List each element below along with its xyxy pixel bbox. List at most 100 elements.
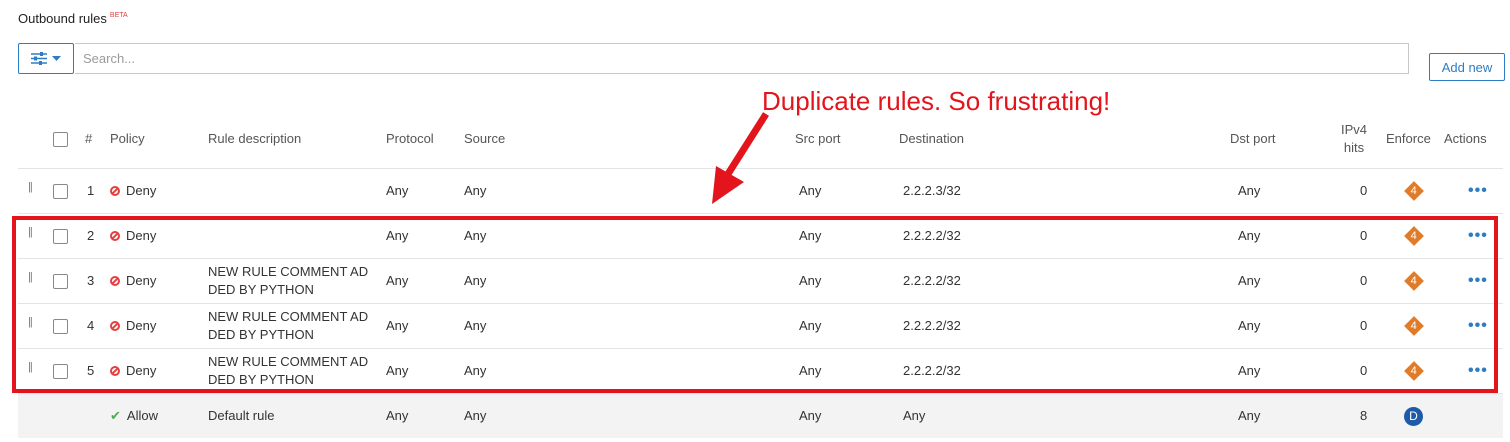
ban-icon [110, 186, 120, 196]
policy-cell: ✔ Allow [110, 394, 158, 438]
drag-handle-icon[interactable]: || [28, 316, 33, 328]
destination-cell: Any [903, 408, 926, 423]
row-checkbox[interactable] [53, 183, 68, 199]
annotation-arrow-icon [712, 112, 769, 204]
drag-handle-icon[interactable]: || [28, 271, 33, 283]
page-title-text: Outbound rules [18, 11, 107, 26]
table-row[interactable]: || 3 Deny NEW RULE COMMENT AD DED BY PYTH… [18, 259, 1503, 304]
ellipsis-icon[interactable]: ••• [1468, 318, 1488, 334]
ban-icon [110, 366, 120, 376]
hits-cell: 8 [1360, 408, 1368, 423]
policy-label: Deny [126, 273, 157, 288]
col-header-actions: Actions [1444, 131, 1487, 146]
rule-description: NEW RULE COMMENT AD DED BY PYTHON [208, 354, 369, 387]
ellipsis-icon[interactable]: ••• [1468, 363, 1488, 379]
row-checkbox[interactable] [53, 273, 68, 289]
policy-cell: Deny [110, 259, 156, 303]
beta-badge: BETA [109, 12, 128, 19]
ban-icon [110, 231, 120, 241]
col-header-src-port[interactable]: Src port [795, 110, 841, 168]
col-header-ipv4-hits-line2: hits [1343, 140, 1365, 155]
col-header-description[interactable]: Rule description [208, 110, 301, 168]
caret-down-icon [52, 56, 61, 61]
col-header-ipv4-hits-line1: IPv4 [1340, 122, 1367, 137]
dst-port-cell: Any [1238, 273, 1261, 288]
protocol-cell: Any [386, 318, 409, 333]
col-header-ipv4-hits[interactable]: IPv4 hits [1334, 110, 1374, 168]
policy-cell: Deny [110, 169, 156, 213]
dst-port-cell: Any [1238, 318, 1261, 333]
annotation-text: Duplicate rules. So frustrating! [762, 86, 1111, 116]
dst-port-cell: Any [1238, 363, 1261, 378]
policy-label: Allow [126, 408, 158, 423]
rule-description: NEW RULE COMMENT AD DED BY PYTHON [208, 309, 369, 342]
policy-label: Deny [126, 183, 157, 198]
add-new-button[interactable]: Add new [1429, 53, 1505, 81]
dst-port-cell: Any [1238, 228, 1261, 243]
col-header-source[interactable]: Source [464, 110, 505, 168]
row-checkbox[interactable] [53, 363, 68, 379]
ellipsis-icon[interactable]: ••• [1468, 273, 1488, 289]
ban-icon [110, 321, 120, 331]
source-cell: Any [464, 408, 487, 423]
src-port-cell: Any [799, 363, 822, 378]
drag-handle-icon[interactable]: || [28, 226, 33, 238]
destination-cell: 2.2.2.3/32 [903, 183, 961, 198]
col-header-protocol[interactable]: Protocol [386, 110, 434, 168]
default-badge: D [1404, 394, 1423, 438]
row-checkbox[interactable] [53, 228, 68, 244]
page-title: Outbound rules BETA [18, 11, 128, 26]
enforce-badge: 4 [1404, 304, 1424, 348]
table-row[interactable]: || 4 Deny NEW RULE COMMENT AD DED BY PYTH… [18, 304, 1503, 349]
hits-cell: 0 [1360, 363, 1368, 378]
col-header-dst-port[interactable]: Dst port [1230, 110, 1276, 168]
ban-icon [110, 276, 120, 286]
enforce-badge: 4 [1404, 214, 1424, 258]
enforce-badge: 4 [1404, 169, 1424, 213]
policy-cell: Deny [110, 304, 156, 348]
rule-description: NEW RULE COMMENT AD DED BY PYTHON [208, 264, 369, 297]
src-port-cell: Any [799, 228, 822, 243]
col-header-enforce: Enforce [1386, 131, 1431, 146]
row-checkbox[interactable] [53, 318, 68, 334]
search-input[interactable] [75, 43, 1409, 74]
src-port-cell: Any [799, 183, 822, 198]
source-cell: Any [464, 363, 487, 378]
filter-dropdown-button[interactable] [18, 43, 74, 74]
rule-number: 4 [87, 318, 95, 333]
src-port-cell: Any [799, 273, 822, 288]
policy-label: Deny [126, 228, 157, 243]
ellipsis-icon[interactable]: ••• [1468, 228, 1488, 244]
select-all-checkbox[interactable] [53, 131, 68, 147]
protocol-cell: Any [386, 183, 409, 198]
destination-cell: 2.2.2.2/32 [903, 318, 961, 333]
hits-cell: 0 [1360, 228, 1368, 243]
policy-cell: Deny [110, 349, 156, 393]
policy-label: Deny [126, 363, 157, 378]
rule-number: 2 [87, 228, 95, 243]
protocol-cell: Any [386, 408, 409, 423]
destination-cell: 2.2.2.2/32 [903, 273, 961, 288]
ellipsis-icon[interactable]: ••• [1468, 183, 1488, 199]
protocol-cell: Any [386, 273, 409, 288]
enforce-badge: 4 [1404, 259, 1424, 303]
drag-handle-icon[interactable]: || [28, 361, 33, 373]
source-cell: Any [464, 183, 487, 198]
col-header-destination[interactable]: Destination [899, 110, 964, 168]
protocol-cell: Any [386, 363, 409, 378]
drag-handle-icon[interactable]: || [28, 181, 33, 193]
policy-cell: Deny [110, 214, 156, 258]
src-port-cell: Any [799, 408, 822, 423]
enforce-badge: 4 [1404, 349, 1424, 393]
destination-cell: 2.2.2.2/32 [903, 363, 961, 378]
hits-cell: 0 [1360, 273, 1368, 288]
table-row[interactable]: || 5 Deny NEW RULE COMMENT AD DED BY PYTH… [18, 349, 1503, 394]
hits-cell: 0 [1360, 183, 1368, 198]
rule-description: Default rule [208, 408, 275, 423]
col-header-policy[interactable]: Policy [110, 110, 145, 168]
table-row[interactable]: || 2 Deny Any Any Any 2.2.2.2/32 Any 0 4… [18, 214, 1503, 259]
src-port-cell: Any [799, 318, 822, 333]
rule-number: 1 [87, 183, 95, 198]
rule-number: 5 [87, 363, 95, 378]
source-cell: Any [464, 228, 487, 243]
